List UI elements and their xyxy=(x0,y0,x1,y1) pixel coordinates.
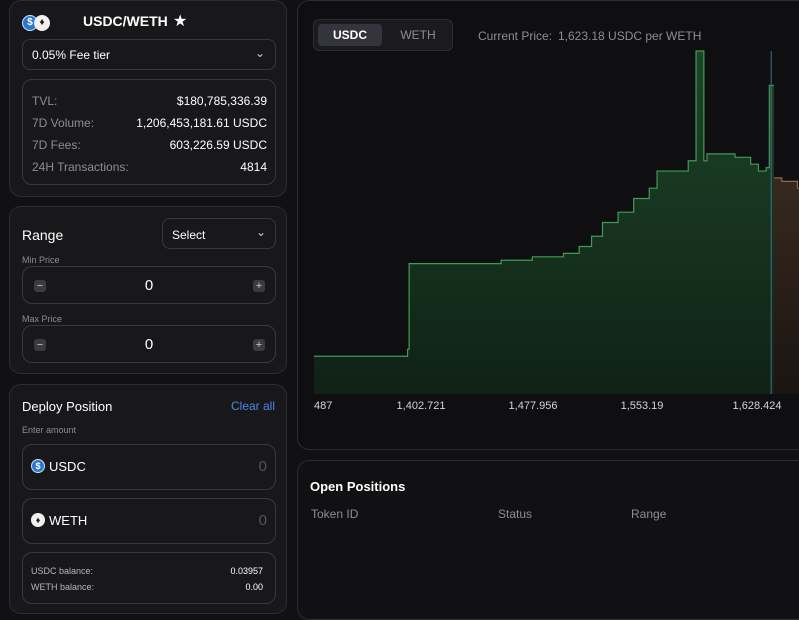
stat-label: 24H Transactions: xyxy=(32,160,129,174)
liquidity-area-above-price xyxy=(774,177,799,394)
column-header-token-id: Token ID xyxy=(311,507,359,521)
weth-input-value[interactable]: 0 xyxy=(259,512,267,529)
usdc-balance-value: 0.03957 xyxy=(230,566,263,576)
x-tick-label: 1,553.19 xyxy=(620,400,664,412)
stat-value: 4814 xyxy=(240,160,267,174)
stat-tvl: TVL: $180,785,336.39 xyxy=(32,94,267,108)
usdc-input-label: USDC xyxy=(49,459,86,474)
enter-amount-label: Enter amount xyxy=(22,425,77,435)
weth-balance-value: 0.00 xyxy=(245,582,263,592)
min-price-input[interactable]: − 0 + xyxy=(22,266,276,304)
max-price-input[interactable]: − 0 + xyxy=(22,325,276,363)
max-price-increment-button[interactable]: + xyxy=(253,339,265,351)
column-header-status: Status xyxy=(498,507,533,521)
x-tick-label: 1,402.721 xyxy=(396,400,446,412)
range-card: Range Select ⌄ Min Price − 0 + Max Price… xyxy=(9,206,287,374)
eth-icon: ♦ xyxy=(31,513,45,527)
usdc-icon: $ xyxy=(31,459,45,473)
usdc-amount-input[interactable]: $ USDC 0 xyxy=(22,444,276,490)
deploy-card: Deploy Position Clear all Enter amount $… xyxy=(9,384,287,614)
eth-icon: ♦ xyxy=(34,14,50,31)
clear-all-link[interactable]: Clear all xyxy=(231,399,275,413)
fee-tier-select[interactable]: 0.05% Fee tier ⌄ xyxy=(22,39,276,70)
stat-label: TVL: xyxy=(32,94,58,108)
range-select[interactable]: Select ⌄ xyxy=(162,218,276,249)
balances-box: USDC balance: 0.03957 WETH balance: 0.00 xyxy=(22,552,276,604)
chevron-down-icon: ⌄ xyxy=(254,46,265,60)
usdc-balance-label: USDC balance: xyxy=(31,566,94,576)
max-price-value[interactable]: 0 xyxy=(23,336,275,353)
chevron-down-icon: ⌄ xyxy=(255,225,266,239)
stat-transactions: 24H Transactions: 4814 xyxy=(32,160,267,174)
deploy-title: Deploy Position xyxy=(22,399,113,414)
fee-tier-label: 0.05% Fee tier xyxy=(32,48,111,62)
weth-amount-input[interactable]: ♦ WETH 0 xyxy=(22,498,276,544)
weth-input-label: WETH xyxy=(49,513,88,528)
positions-card: Open Positions Token ID Status Range xyxy=(297,460,799,620)
stat-value: $180,785,336.39 xyxy=(176,94,267,108)
chart-card: USDC WETH Current Price: 1,623.18 USDC p… xyxy=(297,0,799,450)
min-price-increment-button[interactable]: + xyxy=(253,280,265,292)
stat-value: 603,226.59 USDC xyxy=(169,138,267,152)
pool-stats-box: TVL: $180,785,336.39 7D Volume: 1,206,453,… xyxy=(22,79,276,185)
stat-value: 1,206,453,181.61 USDC xyxy=(136,116,267,130)
favorite-star-icon[interactable]: ★ xyxy=(173,11,187,31)
pair-title: USDC/WETH xyxy=(83,13,168,29)
column-header-range: Range xyxy=(631,507,667,521)
min-price-label: Min Price xyxy=(22,255,60,265)
stat-volume: 7D Volume: 1,206,453,181.61 USDC xyxy=(32,116,267,130)
x-tick-label: 487 xyxy=(314,400,333,412)
x-tick-label: 1,628.424 xyxy=(732,400,782,412)
weth-balance-label: WETH balance: xyxy=(31,582,95,592)
positions-title: Open Positions xyxy=(310,479,406,494)
range-select-label: Select xyxy=(172,228,206,242)
liquidity-area-below-price xyxy=(314,51,775,394)
pool-card: $ ♦ USDC/WETH ★ 0.05% Fee tier ⌄ TVL: $180… xyxy=(9,0,287,197)
token-pair-icons: $ ♦ xyxy=(22,12,50,31)
max-price-label: Max Price xyxy=(22,314,63,324)
liquidity-chart[interactable] xyxy=(298,1,799,451)
stat-label: 7D Volume: xyxy=(32,116,95,130)
usdc-input-value[interactable]: 0 xyxy=(259,458,267,475)
x-tick-label: 1,477.956 xyxy=(508,400,558,412)
min-price-value[interactable]: 0 xyxy=(23,277,275,294)
stat-label: 7D Fees: xyxy=(32,138,81,152)
stat-fees: 7D Fees: 603,226.59 USDC xyxy=(32,138,267,152)
range-title: Range xyxy=(22,227,64,243)
